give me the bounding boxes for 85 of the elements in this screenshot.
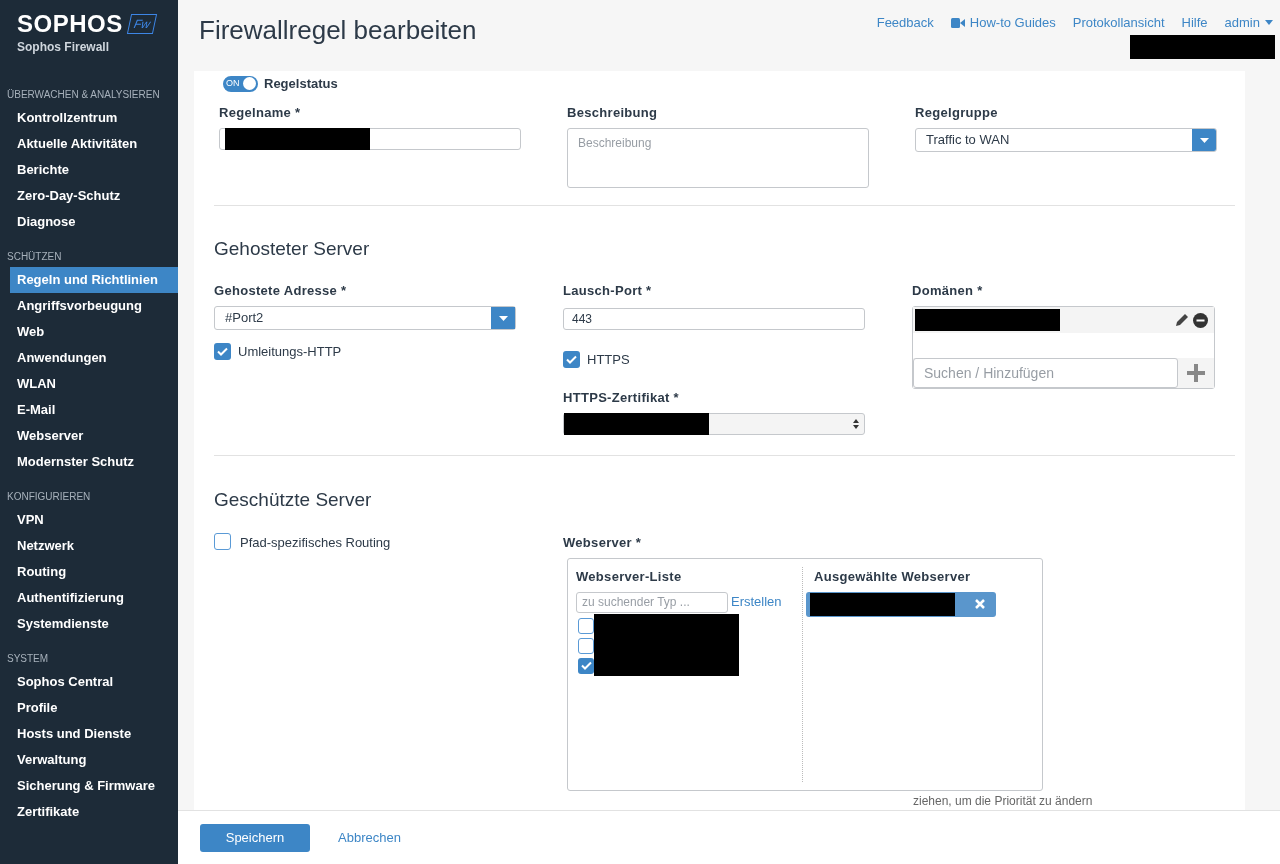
nav-item[interactable]: Anwendungen [10, 345, 178, 371]
header-link[interactable]: Feedback [876, 13, 934, 33]
hint-text: ziehen, um die Priorität zu ändern [913, 793, 1094, 810]
nav-item[interactable]: Sicherung & Firmware [10, 773, 178, 799]
checkbox[interactable] [563, 351, 580, 369]
cancel-link[interactable]: Abbrechen [338, 827, 401, 848]
search-field[interactable]: Suchen / Hinzufügen [913, 358, 1178, 388]
nav-item[interactable]: Modernster Schutz [10, 449, 178, 475]
close-icon[interactable] [975, 599, 985, 609]
textarea-field[interactable]: Beschreibung [567, 128, 869, 188]
nav-item[interactable]: Netzwerk [10, 533, 178, 559]
plus-icon [1187, 364, 1205, 382]
nav-item[interactable]: Diagnose [10, 209, 178, 235]
nav-item[interactable]: VPN [10, 507, 178, 533]
checkmark-icon [566, 355, 577, 365]
nav-item[interactable]: Systemdienste [10, 611, 178, 637]
input-field[interactable]: 443 [563, 308, 865, 330]
list-title: Ausgewählte Webserver [813, 568, 972, 586]
header-link[interactable]: How-to Guides [950, 13, 1056, 33]
nav-item[interactable]: Profile [10, 695, 178, 721]
toggle-label: Regelstatus [264, 75, 338, 93]
nav-item[interactable]: Aktuelle Aktivitäten [10, 131, 178, 157]
section-title: Gehosteter Server [214, 237, 371, 261]
nav-item[interactable]: Regeln und Richtlinien [10, 267, 178, 293]
minus-circle-icon[interactable] [1193, 312, 1208, 328]
updown-arrows-icon [853, 419, 859, 429]
field-label: Webserver * [563, 533, 643, 552]
checkbox[interactable] [214, 343, 231, 361]
nav-item[interactable]: Sophos Central [10, 669, 178, 695]
nav-item[interactable]: Zero-Day-Schutz [10, 183, 178, 209]
header-link[interactable]: Hilfe [1181, 13, 1208, 33]
caret-icon [1199, 137, 1209, 143]
nav-item[interactable]: Routing [10, 559, 178, 585]
field-label: Beschreibung [567, 103, 659, 122]
header-link[interactable]: Protokollansicht [1072, 13, 1165, 33]
checkbox[interactable] [214, 532, 231, 550]
nav-item[interactable]: Angriffsvorbeugung [10, 293, 178, 319]
checkbox-label: HTTPS [587, 351, 630, 369]
checkbox-label: Pfad-spezifisches Routing [240, 533, 391, 552]
brand-logo: SOPHOS [17, 10, 123, 38]
field-label: Lausch-Port * [563, 281, 653, 300]
page-title: Firewallregel bearbeiten [199, 14, 477, 47]
toggle-switch[interactable]: ON [223, 75, 258, 92]
field-label: Regelname * [219, 103, 302, 122]
checkbox[interactable] [578, 617, 594, 634]
create-link[interactable]: Erstellen [731, 592, 782, 612]
checkmark-icon [217, 347, 228, 357]
nav-item[interactable]: Kontrollzentrum [10, 105, 178, 131]
field-label: Gehostete Adresse * [214, 281, 348, 300]
field-label: Domänen * [912, 281, 984, 300]
checkbox-label: Umleitungs-HTTP [238, 343, 342, 361]
nav-section-title: ÜBERWACHEN & ANALYSIEREN [6, 88, 161, 102]
nav-item[interactable]: Verwaltung [10, 747, 178, 773]
checkmark-icon [580, 661, 592, 670]
video-camera-icon [950, 17, 965, 28]
dropdown[interactable]: #Port2 [214, 306, 516, 330]
nav-item[interactable]: Zertifikate [10, 799, 178, 825]
nav-item[interactable]: Authentifizierung [10, 585, 178, 611]
list-title: Webserver-Liste [576, 568, 683, 586]
search-field[interactable]: zu suchender Typ ... [576, 591, 728, 613]
caret-icon [498, 315, 508, 321]
product-name: Sophos Firewall [17, 39, 110, 56]
nav-item[interactable]: Web [10, 319, 178, 345]
checkbox[interactable] [578, 657, 594, 674]
nav-item[interactable]: Berichte [10, 157, 178, 183]
pencil-icon[interactable] [1175, 313, 1189, 327]
nav-section-title: KONFIGURIEREN [6, 490, 92, 504]
nav-item[interactable]: E-Mail [10, 397, 178, 423]
field-label: Regelgruppe [915, 103, 999, 122]
user-menu[interactable]: admin [1224, 13, 1273, 33]
save-button[interactable]: Speichern [200, 823, 310, 852]
nav-item[interactable]: WLAN [10, 371, 178, 397]
nav-section-title: SCHÜTZEN [6, 250, 63, 264]
field-label: HTTPS-Zertifikat * [563, 388, 680, 407]
nav-section-title: SYSTEM [6, 652, 50, 666]
selected-webserver-chip[interactable] [806, 591, 996, 617]
section-title: Geschützte Server [214, 488, 373, 512]
dropdown[interactable]: Traffic to WAN [915, 128, 1217, 152]
nav-item[interactable]: Webserver [10, 423, 178, 449]
nav-item[interactable]: Hosts und Dienste [10, 721, 178, 747]
input-field[interactable] [219, 128, 521, 150]
select-field[interactable] [563, 413, 865, 435]
checkbox[interactable] [578, 637, 594, 654]
caret-icon [1265, 20, 1273, 26]
product-badge: Fw [126, 14, 157, 34]
